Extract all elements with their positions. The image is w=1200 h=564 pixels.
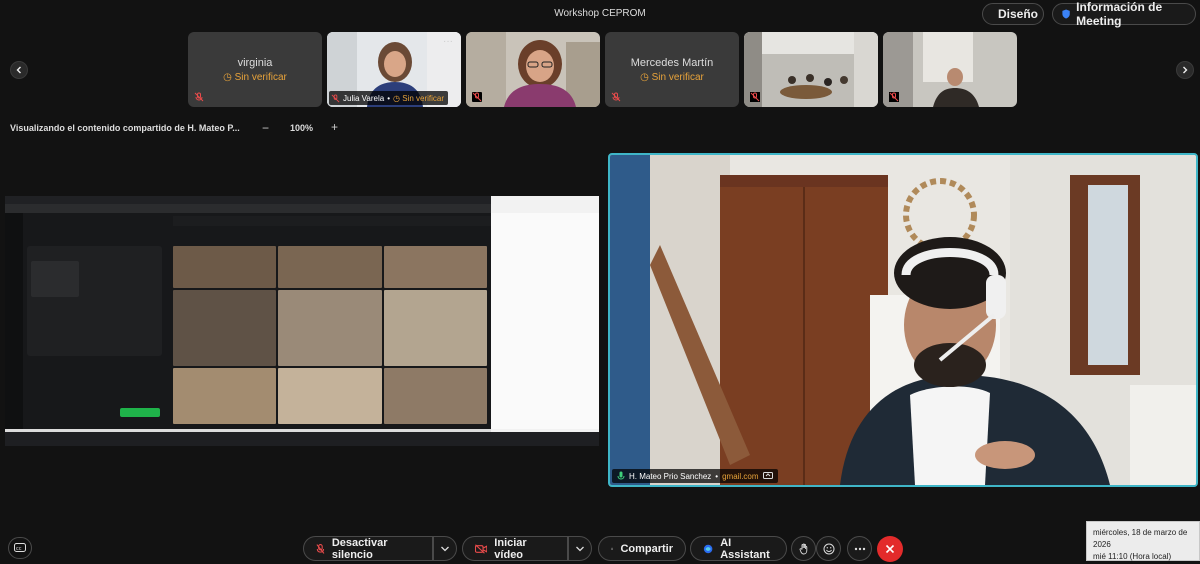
speaker-video-frame (610, 155, 1196, 485)
captions-button[interactable]: cc (8, 537, 32, 559)
unmute-button[interactable]: Desactivar silencio (303, 536, 433, 561)
audio-options-button[interactable] (433, 536, 457, 561)
system-clock-tooltip: miércoles, 18 de marzo de 2026 mié 11:10… (1086, 521, 1200, 561)
start-video-button[interactable]: Iniciar vídeo (462, 536, 568, 561)
gallery-image (278, 246, 382, 288)
share-label: Compartir (620, 542, 673, 555)
video-options-button[interactable] (568, 536, 592, 561)
clock-time: mié 11:10 (Hora local) (1093, 552, 1172, 561)
screen-share-icon (762, 472, 773, 479)
participant-tile[interactable] (744, 32, 878, 107)
participant-video (744, 32, 878, 107)
ai-assistant-label: AI Assistant (720, 536, 770, 561)
speaker-email: gmail.com (722, 471, 759, 481)
gallery-image (383, 246, 487, 288)
unmute-label: Desactivar silencio (331, 536, 388, 561)
participant-name: Mercedes Martín (630, 57, 714, 69)
svg-text:cc: cc (16, 546, 22, 552)
gallery-image (278, 290, 382, 366)
chevron-down-icon (441, 546, 449, 551)
shared-app-sidebar (5, 213, 23, 429)
ai-assistant-button[interactable]: AI Assistant (690, 536, 787, 561)
speaker-label: H. Mateo Prio Sanchez • gmail.com (612, 469, 778, 483)
top-bar: Workshop CEPROM Diseño Información de Me… (0, 0, 1200, 28)
participant-tile[interactable]: ··· Julia Varela • ◷ Sin verificar (327, 32, 461, 107)
emoji-icon (823, 543, 834, 554)
shared-content-label: Visualizando el contenido compartido de … (10, 123, 240, 133)
participants-next-button[interactable] (1176, 61, 1194, 79)
zoom-out-button[interactable]: − (262, 121, 269, 135)
participants-prev-button[interactable] (10, 61, 28, 79)
more-options-button[interactable] (847, 536, 872, 561)
mic-muted-icon (750, 92, 760, 102)
participant-name: virginia (237, 57, 273, 69)
gallery-image (383, 368, 487, 424)
mic-muted-icon (316, 543, 325, 554)
share-button[interactable]: Compartir (598, 536, 686, 561)
browser-tab-strip (5, 196, 491, 204)
participant-tile[interactable]: Mercedes Martín ◷ Sin verificar (605, 32, 739, 107)
active-speaker-video[interactable] (608, 153, 1198, 487)
shield-icon (1062, 9, 1070, 19)
gallery-image (278, 368, 382, 424)
mic-muted-icon (331, 93, 340, 102)
clock-date: miércoles, 18 de marzo de 2026 (1093, 528, 1188, 549)
shared-app-upload-box (31, 261, 79, 297)
shared-blank-panel (491, 213, 599, 429)
leave-meeting-button[interactable] (877, 536, 903, 562)
participant-tile[interactable]: virginia ◷ Sin verificar (188, 32, 322, 107)
chevron-right-icon (1183, 66, 1188, 74)
participant-label: Julia Varela • ◷ Sin verificar (329, 91, 449, 105)
browser-address-bar (5, 204, 491, 213)
mic-muted-icon (889, 92, 899, 102)
mic-on-icon (617, 471, 625, 480)
speaker-name: H. Mateo Prio Sanchez (629, 471, 712, 481)
reactions-button[interactable] (816, 536, 841, 561)
design-button[interactable]: Diseño (982, 3, 1044, 25)
shared-taskbar (5, 432, 599, 446)
shared-app-generate-button (120, 408, 160, 417)
close-icon (885, 544, 895, 554)
raise-hand-button[interactable] (791, 536, 816, 561)
zoom-in-button[interactable]: + (331, 120, 338, 134)
camera-off-icon (475, 543, 488, 554)
gallery-image (383, 290, 487, 366)
more-options-icon[interactable]: ··· (441, 37, 455, 48)
chevron-left-icon (16, 66, 21, 74)
participant-tile[interactable] (883, 32, 1017, 107)
share-screen-icon (611, 547, 614, 550)
hand-icon (799, 542, 807, 554)
mic-muted-icon (611, 92, 621, 102)
design-button-label: Diseño (998, 7, 1039, 21)
participant-status: ◷ Sin verificar (640, 72, 704, 83)
mic-muted-icon (472, 92, 482, 102)
shared-screen[interactable] (5, 196, 599, 446)
shared-app-header (173, 216, 491, 226)
start-video-label: Iniciar vídeo (494, 536, 527, 561)
meeting-info-label: Información de Meeting (1076, 0, 1163, 28)
gallery-image (173, 290, 277, 366)
gallery-image (173, 246, 277, 288)
captions-icon: cc (14, 543, 26, 552)
mic-muted-icon (194, 92, 204, 102)
ai-assistant-icon (703, 544, 713, 553)
zoom-level: 100% (290, 123, 314, 133)
participant-video (466, 32, 600, 107)
meeting-info-button[interactable]: Información de Meeting (1052, 0, 1196, 28)
participant-status: ◷ Sin verificar (223, 72, 287, 83)
chevron-down-icon (576, 546, 584, 551)
more-horizontal-icon (854, 547, 865, 550)
participant-video (883, 32, 1017, 107)
shared-image-gallery (173, 246, 487, 424)
participant-tile[interactable] (466, 32, 600, 107)
gallery-image (173, 368, 277, 424)
